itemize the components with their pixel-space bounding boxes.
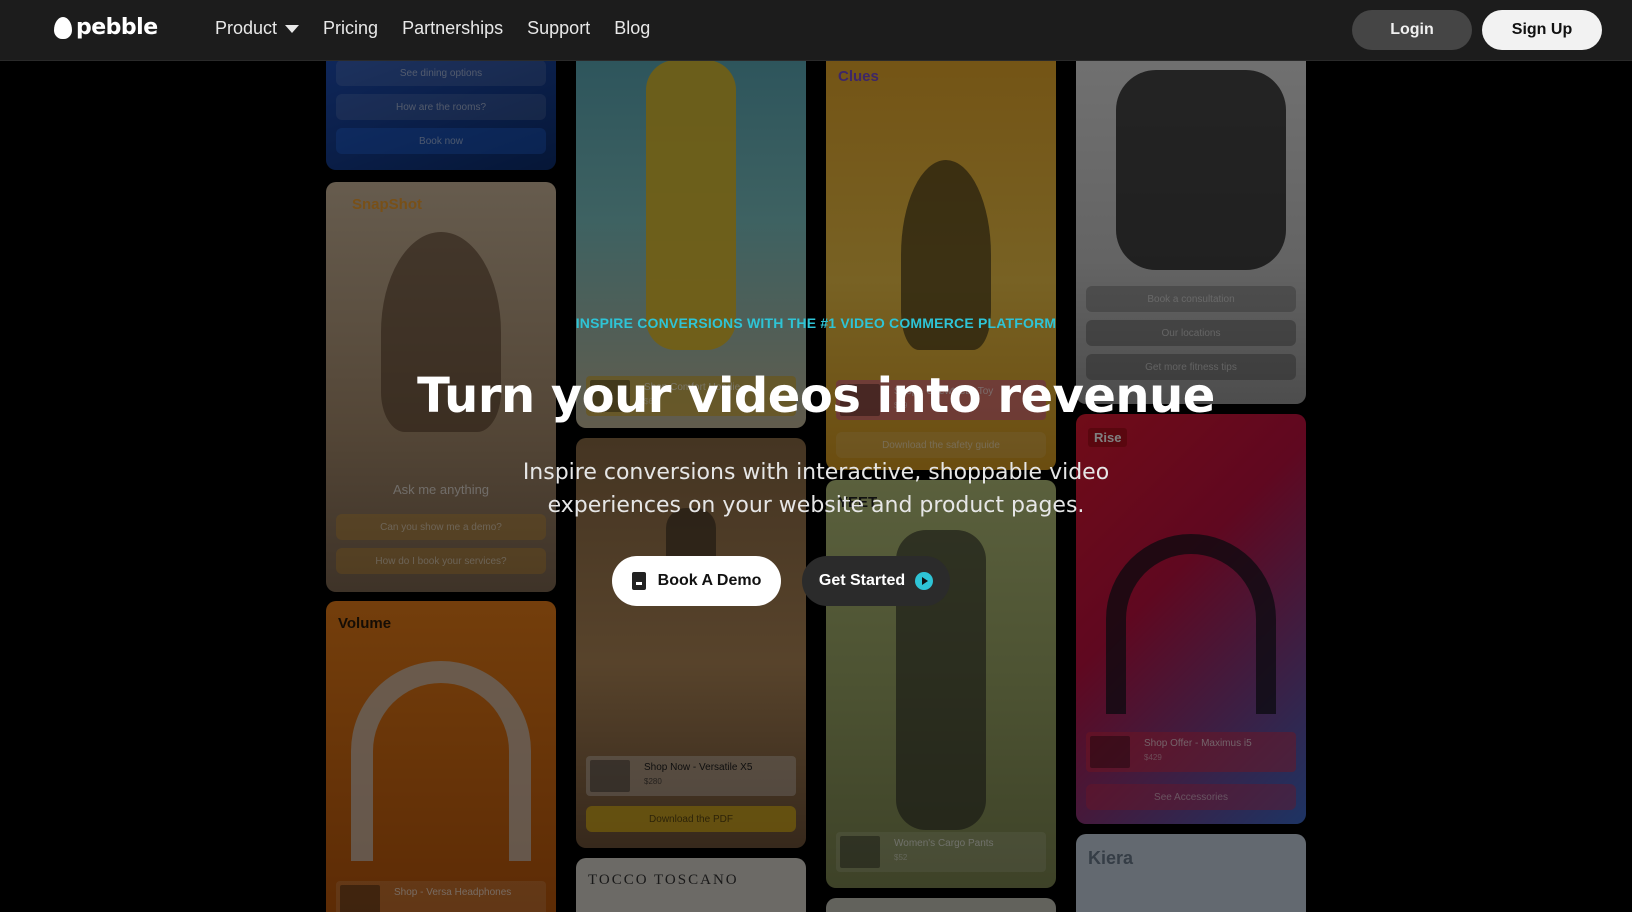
nav-links: Product Pricing Partnerships Support Blo… — [215, 18, 650, 39]
pebble-logo-icon — [54, 16, 72, 39]
nav-link-label: Blog — [614, 18, 651, 38]
nav-link-partnerships[interactable]: Partnerships — [402, 18, 503, 39]
signup-button[interactable]: Sign Up — [1482, 10, 1602, 50]
nav-link-blog[interactable]: Blog — [614, 18, 650, 39]
top-navbar: pebble Product Pricing Partnerships Supp… — [0, 0, 1632, 61]
nav-link-label: Partnerships — [402, 18, 504, 38]
nav-link-pricing[interactable]: Pricing — [323, 18, 378, 39]
book-demo-label: Book A Demo — [657, 572, 762, 589]
get-started-label: Get Started — [818, 572, 906, 589]
nav-link-label: Support — [527, 18, 591, 38]
nav-link-label: Product — [215, 18, 278, 38]
nav-link-support[interactable]: Support — [527, 18, 590, 39]
book-demo-button[interactable]: Book A Demo — [612, 556, 781, 606]
get-started-button[interactable]: Get Started — [802, 556, 950, 606]
logo-text: pebble — [76, 15, 158, 40]
chevron-down-icon — [285, 24, 300, 33]
pebble-logo[interactable]: pebble — [54, 15, 158, 40]
hero-eyebrow: INSPIRE CONVERSIONS WITH THE #1 VIDEO CO… — [575, 315, 1057, 331]
login-button[interactable]: Login — [1352, 10, 1472, 50]
nav-link-label: Pricing — [323, 18, 379, 38]
hero-subheadline: Inspire conversions with interactive, sh… — [522, 460, 1110, 518]
hero-headline: Turn your videos into revenue — [417, 368, 1215, 424]
document-icon — [631, 572, 646, 590]
play-icon — [915, 572, 934, 590]
nav-link-product[interactable]: Product — [215, 18, 300, 39]
